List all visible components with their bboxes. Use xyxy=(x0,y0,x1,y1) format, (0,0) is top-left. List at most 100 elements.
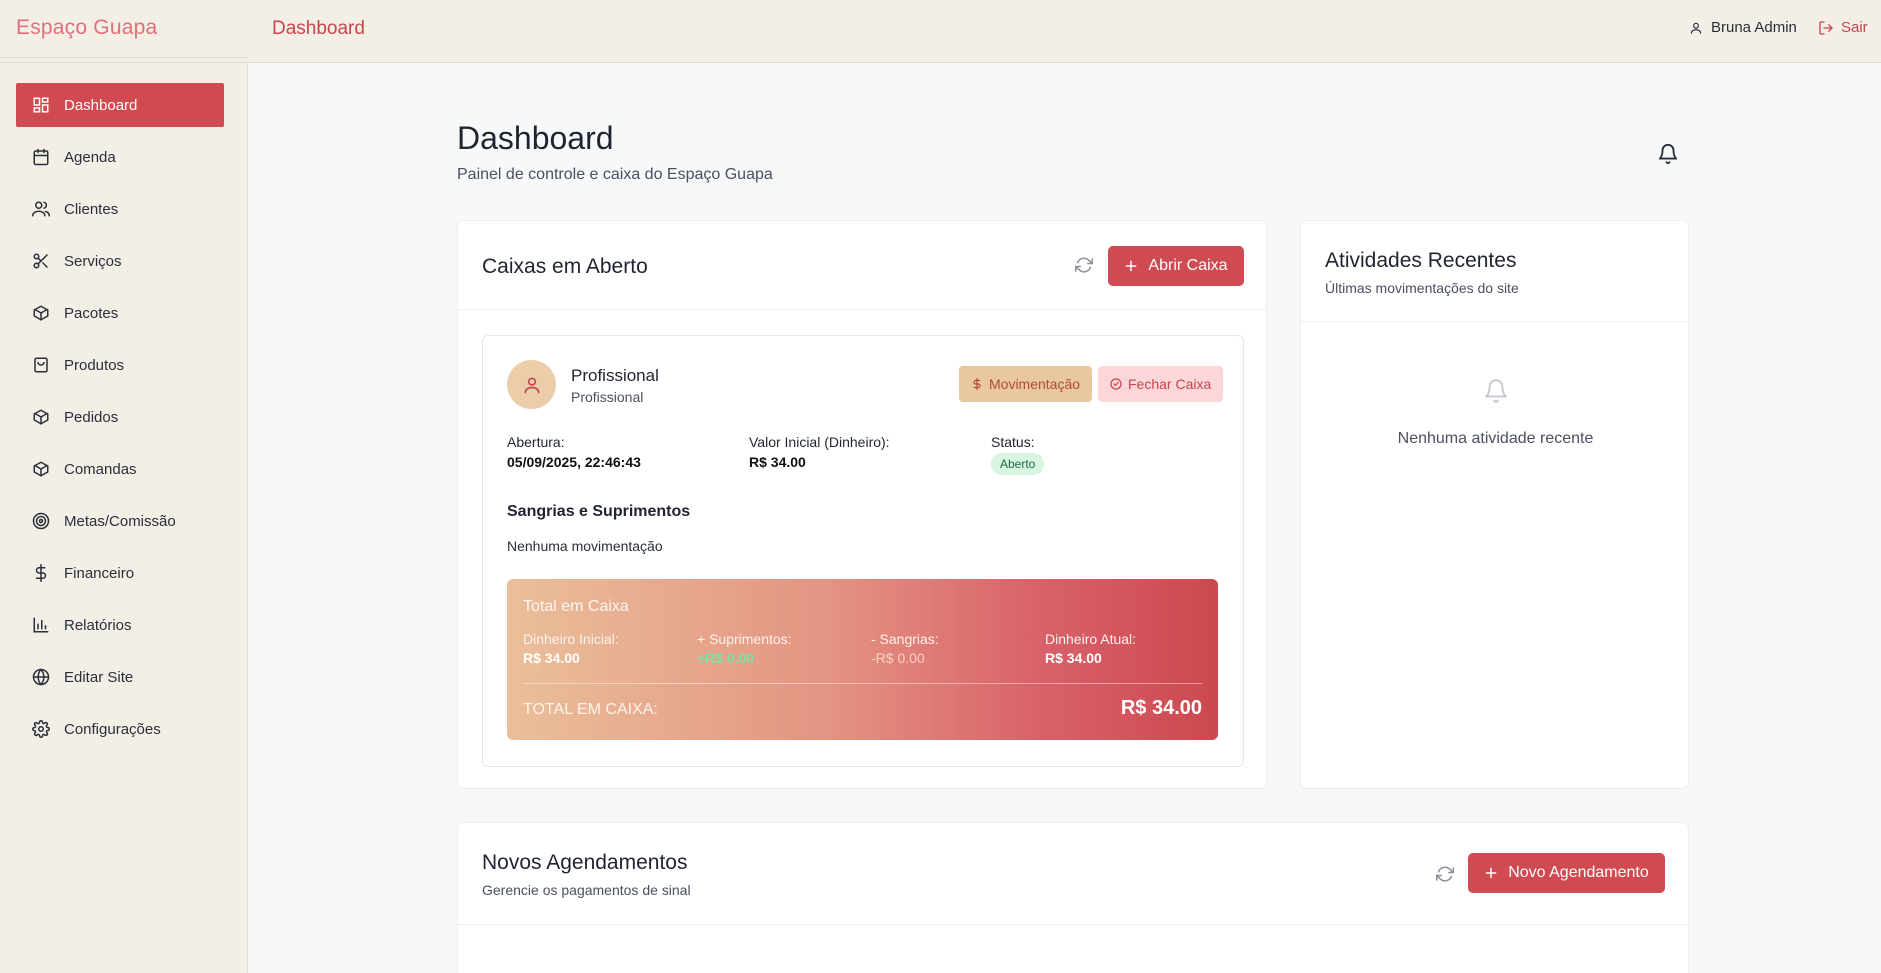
status-label: Status: xyxy=(991,434,1035,450)
notifications-bell-icon[interactable] xyxy=(1657,142,1679,171)
current-cash: Dinheiro Atual: R$ 34.00 xyxy=(1045,631,1136,666)
withdrawals-label: - Sangrias: xyxy=(871,631,939,647)
sidebar-item-produtos[interactable]: Produtos xyxy=(16,343,224,387)
sidebar-item-label: Agenda xyxy=(64,148,116,166)
package-icon xyxy=(32,460,50,478)
page-title: Dashboard xyxy=(457,120,614,156)
package-icon xyxy=(32,408,50,426)
sidebar-item-label: Relatórios xyxy=(64,616,132,634)
sidebar-item-label: Serviços xyxy=(64,252,122,270)
initial-value-label: Valor Inicial (Dinheiro): xyxy=(749,434,890,450)
package-icon xyxy=(32,304,50,322)
sidebar-item-label: Dashboard xyxy=(64,96,138,114)
sidebar-item-dashboard[interactable]: Dashboard xyxy=(16,83,224,127)
withdrawals: - Sangrias: -R$ 0.00 xyxy=(871,631,939,666)
sidebar-item-clientes[interactable]: Clientes xyxy=(16,187,224,231)
cash-initial: Dinheiro Inicial: R$ 34.00 xyxy=(523,631,619,666)
sidebar-item-agenda[interactable]: Agenda xyxy=(16,135,224,179)
cash-total-panel: Total em Caixa Dinheiro Inicial: R$ 34.0… xyxy=(507,579,1218,740)
professional-role: Profissional xyxy=(571,389,644,405)
professional-name: Profissional xyxy=(571,366,659,385)
refresh-icon[interactable] xyxy=(1075,256,1093,279)
cash-initial-label: Dinheiro Inicial: xyxy=(523,631,619,647)
recent-activities-title: Atividades Recentes xyxy=(1325,249,1517,272)
sidebar-item-financeiro[interactable]: Financeiro xyxy=(16,551,224,595)
sidebar-nav: Dashboard Agenda Clientes Serviços Pacot… xyxy=(16,83,224,759)
new-appointments-subtitle: Gerencie os pagamentos de sinal xyxy=(482,882,691,898)
supplies-label: + Suprimentos: xyxy=(697,631,792,647)
recent-activities-subtitle: Últimas movimentações do site xyxy=(1325,280,1519,296)
dollar-icon xyxy=(32,564,50,582)
user-menu[interactable]: Bruna Admin xyxy=(1689,19,1797,36)
bar-chart-icon xyxy=(32,616,50,634)
sidebar-item-servicos[interactable]: Serviços xyxy=(16,239,224,283)
scissors-icon xyxy=(32,252,50,270)
sidebar-item-label: Financeiro xyxy=(64,564,135,582)
brand-logo[interactable]: Espaço Guapa xyxy=(16,16,157,40)
sidebar-item-label: Comandas xyxy=(64,460,137,478)
cash-total-heading: Total em Caixa xyxy=(523,598,629,615)
close-register-label: Fechar Caixa xyxy=(1128,376,1212,392)
cash-initial-value: R$ 34.00 xyxy=(523,650,580,666)
movements-title: Sangrias e Suprimentos xyxy=(507,503,691,520)
recent-activities-header: Atividades Recentes Últimas movimentaçõe… xyxy=(1301,221,1688,322)
opening-label: Abertura: xyxy=(507,434,565,450)
plus-icon xyxy=(1484,866,1498,880)
sidebar-item-relatorios[interactable]: Relatórios xyxy=(16,603,224,647)
sidebar-item-label: Produtos xyxy=(64,356,125,374)
sidebar-item-label: Clientes xyxy=(64,200,119,218)
grand-total-label: TOTAL EM CAIXA: xyxy=(523,701,658,718)
shopping-bag-icon xyxy=(32,356,50,374)
sidebar-item-editar-site[interactable]: Editar Site xyxy=(16,655,224,699)
new-appointments-card: Novos Agendamentos Gerencie os pagamento… xyxy=(457,822,1689,973)
sidebar: Dashboard Agenda Clientes Serviços Pacot… xyxy=(0,63,248,973)
user-icon xyxy=(1689,21,1703,35)
current-cash-value: R$ 34.00 xyxy=(1045,650,1102,666)
page-subtitle: Painel de controle e caixa do Espaço Gua… xyxy=(457,166,773,183)
users-icon xyxy=(32,200,50,218)
bell-icon xyxy=(1483,377,1509,410)
open-registers-title: Caixas em Aberto xyxy=(482,255,648,278)
avatar xyxy=(507,360,556,409)
logout-icon xyxy=(1818,20,1834,36)
open-register-button[interactable]: Abrir Caixa xyxy=(1108,246,1244,286)
sidebar-item-label: Metas/Comissão xyxy=(64,512,176,530)
movement-button[interactable]: Movimentação xyxy=(959,366,1093,402)
register-session: Profissional Profissional Movimentação F… xyxy=(482,335,1244,767)
close-register-button[interactable]: Fechar Caixa xyxy=(1098,366,1224,402)
globe-icon xyxy=(32,668,50,686)
sidebar-item-comandas[interactable]: Comandas xyxy=(16,447,224,491)
top-bar: Espaço Guapa Dashboard Bruna Admin Sair xyxy=(0,0,1881,63)
gear-icon xyxy=(32,720,50,738)
movements-empty-text: Nenhuma movimentação xyxy=(507,538,663,554)
sidebar-item-configuracoes[interactable]: Configurações xyxy=(16,707,224,751)
brand-divider xyxy=(0,57,248,58)
sidebar-item-pedidos[interactable]: Pedidos xyxy=(16,395,224,439)
plus-icon xyxy=(1124,259,1138,273)
recent-activities-card: Atividades Recentes Últimas movimentaçõe… xyxy=(1300,220,1689,789)
supplies-value: +R$ 0.00 xyxy=(697,650,755,666)
sidebar-item-label: Configurações xyxy=(64,720,161,738)
sidebar-item-metas-comissao[interactable]: Metas/Comissão xyxy=(16,499,224,543)
opening-value: 05/09/2025, 22:46:43 xyxy=(507,454,641,470)
header-title: Dashboard xyxy=(272,18,365,39)
new-appointment-button[interactable]: Novo Agendamento xyxy=(1468,853,1665,893)
recent-activities-empty: Nenhuma atividade recente xyxy=(1397,430,1594,447)
new-appointment-label: Novo Agendamento xyxy=(1508,864,1649,881)
dollar-icon xyxy=(971,378,983,390)
supplies: + Suprimentos: +R$ 0.00 xyxy=(697,631,792,666)
initial-value: R$ 34.00 xyxy=(749,454,806,470)
target-icon xyxy=(32,512,50,530)
sidebar-item-pacotes[interactable]: Pacotes xyxy=(16,291,224,335)
open-registers-card: Caixas em Aberto Abrir Caixa Profissiona… xyxy=(457,220,1267,789)
movement-label: Movimentação xyxy=(989,376,1081,392)
logout-button[interactable]: Sair xyxy=(1818,19,1868,36)
new-appointments-header: Novos Agendamentos Gerencie os pagamento… xyxy=(458,823,1688,925)
user-name: Bruna Admin xyxy=(1711,19,1797,36)
total-divider xyxy=(523,683,1202,684)
open-register-label: Abrir Caixa xyxy=(1148,257,1228,274)
sidebar-item-label: Pedidos xyxy=(64,408,119,426)
refresh-icon[interactable] xyxy=(1436,865,1454,888)
calendar-icon xyxy=(32,148,50,166)
new-appointments-title: Novos Agendamentos xyxy=(482,851,688,874)
